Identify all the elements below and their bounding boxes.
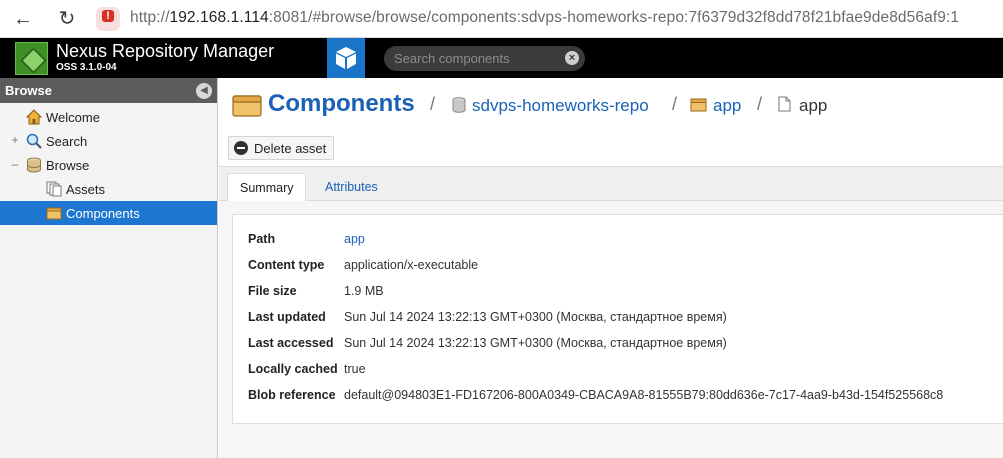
delete-asset-label: Delete asset bbox=[254, 141, 327, 156]
browser-toolbar: ← ↻ http://192.168.1.114:8081/#browse/br… bbox=[0, 0, 1003, 38]
address-bar[interactable]: http://192.168.1.114:8081/#browse/browse… bbox=[130, 9, 959, 27]
path-link[interactable]: app bbox=[344, 232, 365, 246]
breadcrumb-separator: / bbox=[672, 94, 678, 114]
assets-icon bbox=[46, 181, 62, 197]
sidebar-item-assets[interactable]: Assets bbox=[0, 177, 217, 201]
sidebar-item-label: Assets bbox=[66, 182, 106, 197]
database-icon bbox=[27, 157, 41, 173]
breadcrumb-group-link[interactable]: app bbox=[713, 96, 741, 116]
property-key: Blob reference bbox=[248, 388, 336, 402]
sidebar-item-label: Search bbox=[46, 134, 88, 149]
delete-asset-button[interactable]: Delete asset bbox=[228, 136, 334, 160]
sidebar-item-browse[interactable]: – Browse bbox=[0, 153, 217, 177]
box-icon bbox=[690, 98, 707, 112]
collapse-sidebar-icon[interactable]: ◀ bbox=[196, 83, 212, 99]
file-icon bbox=[778, 96, 791, 112]
search-components-input[interactable] bbox=[394, 50, 564, 67]
sidebar-title: Browse bbox=[5, 83, 52, 98]
browse-mode-button[interactable] bbox=[327, 38, 365, 78]
sidebar: Browse ◀ Welcome + Search – Browse Asset… bbox=[0, 78, 218, 458]
sidebar-item-label: Welcome bbox=[46, 110, 100, 125]
url-prefix: http:// bbox=[130, 9, 170, 26]
sidebar-header: Browse ◀ bbox=[0, 78, 217, 103]
property-key: Content type bbox=[248, 258, 325, 272]
breadcrumb-asset: app bbox=[799, 96, 828, 115]
expand-icon[interactable]: + bbox=[10, 133, 20, 147]
app-header: Nexus Repository Manager OSS 3.1.0-04 × bbox=[0, 38, 1003, 78]
property-key: File size bbox=[248, 284, 297, 298]
clear-search-icon[interactable]: × bbox=[565, 51, 579, 65]
url-path: :8081/#browse/browse/components:sdvps-ho… bbox=[268, 9, 960, 26]
tab-summary[interactable]: Summary bbox=[227, 173, 307, 202]
breadcrumb-repo-link[interactable]: sdvps-homeworks-repo bbox=[472, 96, 649, 116]
search-icon bbox=[26, 133, 42, 149]
sidebar-item-label: Components bbox=[66, 206, 140, 221]
property-value: true bbox=[344, 362, 366, 376]
sidebar-item-welcome[interactable]: Welcome bbox=[0, 105, 217, 129]
minus-circle-icon bbox=[234, 141, 248, 155]
back-arrow-icon[interactable]: ← bbox=[10, 7, 36, 31]
app-title: Nexus Repository Manager bbox=[56, 41, 275, 61]
property-value: Sun Jul 14 2024 13:22:13 GMT+0300 (Москв… bbox=[344, 336, 727, 350]
home-icon bbox=[26, 109, 42, 125]
property-key: Locally cached bbox=[248, 362, 338, 376]
sidebar-item-search[interactable]: + Search bbox=[0, 129, 217, 153]
sidebar-item-components[interactable]: Components bbox=[0, 201, 217, 225]
search-box: × bbox=[384, 46, 585, 71]
database-icon bbox=[452, 97, 466, 113]
cube-icon bbox=[336, 47, 356, 69]
breadcrumb-separator: / bbox=[430, 94, 436, 114]
property-key: Last accessed bbox=[248, 336, 334, 350]
tab-attributes[interactable]: Attributes bbox=[313, 173, 390, 202]
nexus-logo-icon[interactable] bbox=[15, 42, 48, 75]
not-secure-warning-icon[interactable] bbox=[96, 7, 120, 31]
property-key: Path bbox=[248, 232, 276, 246]
content-area: Path app Content type application/x-exec… bbox=[219, 201, 1003, 458]
property-value: default@094803E1-FD167206-800A0349-CBACA… bbox=[344, 388, 944, 402]
sidebar-item-label: Browse bbox=[46, 158, 90, 173]
breadcrumb-separator: / bbox=[757, 94, 763, 114]
property-value: 1.9 MB bbox=[344, 284, 384, 298]
page-title[interactable]: Components bbox=[268, 90, 415, 118]
collapse-icon[interactable]: – bbox=[10, 157, 20, 171]
property-value: application/x-executable bbox=[344, 258, 479, 272]
property-value: Sun Jul 14 2024 13:22:13 GMT+0300 (Москв… bbox=[344, 310, 727, 324]
box-icon bbox=[46, 207, 62, 220]
tab-bar: Summary Attributes bbox=[219, 166, 1003, 202]
app-version: OSS 3.1.0-04 bbox=[56, 62, 117, 73]
property-key: Last updated bbox=[248, 310, 326, 324]
components-box-icon bbox=[232, 95, 262, 117]
url-host: 192.168.1.114 bbox=[169, 9, 269, 26]
asset-summary-panel: Path app Content type application/x-exec… bbox=[232, 214, 1003, 424]
reload-icon[interactable]: ↻ bbox=[54, 7, 80, 31]
